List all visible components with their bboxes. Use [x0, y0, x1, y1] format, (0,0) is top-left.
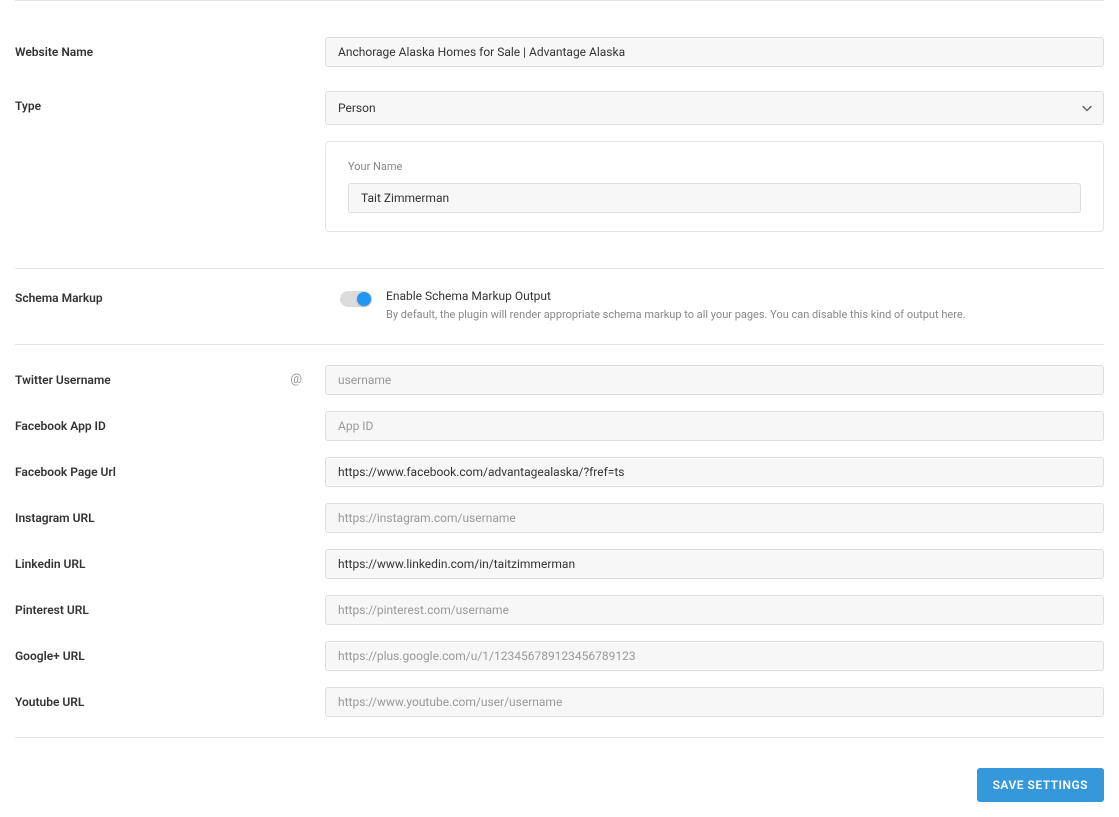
- toggle-knob: [357, 292, 371, 306]
- website-name-input[interactable]: [325, 37, 1104, 67]
- linkedin-url-input[interactable]: [325, 549, 1104, 579]
- youtube-url-label: Youtube URL: [15, 695, 325, 709]
- google-plus-url-input[interactable]: [325, 641, 1104, 671]
- pinterest-url-input[interactable]: [325, 595, 1104, 625]
- instagram-url-label: Instagram URL: [15, 511, 325, 525]
- facebook-page-url-input[interactable]: [325, 457, 1104, 487]
- schema-markup-label: Schema Markup: [15, 289, 340, 305]
- linkedin-url-label: Linkedin URL: [15, 557, 325, 571]
- twitter-username-input[interactable]: [325, 365, 1104, 395]
- website-name-label: Website Name: [15, 45, 325, 59]
- google-plus-url-label: Google+ URL: [15, 649, 325, 663]
- type-label: Type: [15, 91, 325, 113]
- schema-toggle-title: Enable Schema Markup Output: [386, 289, 966, 303]
- schema-markup-toggle[interactable]: [340, 291, 372, 307]
- save-settings-button[interactable]: SAVE SETTINGS: [977, 768, 1104, 802]
- your-name-label: Your Name: [348, 160, 1081, 173]
- youtube-url-input[interactable]: [325, 687, 1104, 717]
- your-name-input[interactable]: [348, 183, 1081, 213]
- twitter-username-label: Twitter Username @: [15, 372, 325, 387]
- type-select[interactable]: Person: [325, 91, 1104, 125]
- schema-toggle-description: By default, the plugin will render appro…: [386, 307, 966, 324]
- facebook-app-id-input[interactable]: [325, 411, 1104, 441]
- at-symbol: @: [290, 372, 302, 387]
- pinterest-url-label: Pinterest URL: [15, 603, 325, 617]
- facebook-app-id-label: Facebook App ID: [15, 419, 325, 433]
- instagram-url-input[interactable]: [325, 503, 1104, 533]
- facebook-page-url-label: Facebook Page Url: [15, 465, 325, 479]
- your-name-box: Your Name: [325, 141, 1104, 232]
